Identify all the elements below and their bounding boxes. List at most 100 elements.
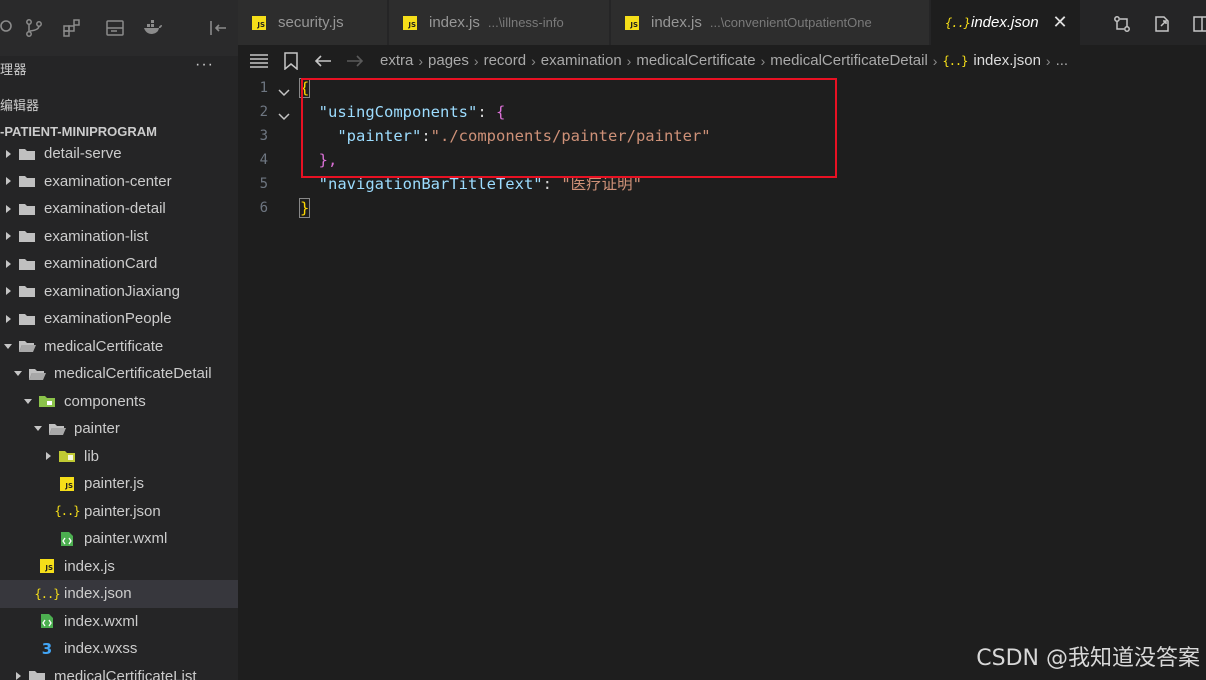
chevron-right-icon[interactable] — [12, 670, 24, 680]
chevron-right-icon[interactable] — [2, 230, 14, 242]
breadcrumb-separator-icon: › — [531, 52, 536, 69]
tree-item[interactable]: examination-list — [0, 223, 238, 251]
tree-item-label: examination-detail — [44, 200, 166, 218]
chevron-down-icon[interactable] — [22, 395, 34, 407]
folder-icon — [18, 228, 36, 244]
chevron-down-icon[interactable] — [12, 368, 24, 380]
breadcrumb-segment[interactable]: medicalCertificateDetail — [770, 52, 928, 69]
tree-item[interactable]: index.wxml — [0, 608, 238, 636]
tree-item-label: lib — [84, 447, 100, 465]
explorer-title-label: 理器 — [0, 61, 28, 77]
breadcrumb-segment[interactable]: pages — [428, 52, 469, 69]
line-number: 1 — [259, 80, 268, 96]
tree-item[interactable]: detail-serve — [0, 140, 238, 168]
json-file-icon: {..} — [945, 15, 971, 30]
tree-item[interactable]: examinationCard — [0, 250, 238, 278]
breadcrumb-segment[interactable]: examination — [541, 52, 622, 69]
tab-label: index.json — [971, 14, 1039, 31]
more-actions-icon[interactable]: ··· — [195, 56, 214, 74]
tree-item[interactable]: JS index.js — [0, 553, 238, 581]
tree-item-label: medicalCertificate — [44, 337, 164, 355]
search-icon[interactable] — [0, 18, 20, 38]
storage-icon[interactable] — [105, 18, 125, 38]
tree-item-label: painter — [74, 420, 120, 438]
tree-item[interactable]: components — [0, 388, 238, 416]
forward-arrow-icon[interactable] — [344, 51, 366, 71]
tab-label: security.js — [278, 14, 344, 31]
tab-description: ...\illness-info — [487, 15, 564, 30]
extensions-icon[interactable] — [62, 18, 82, 38]
tree-item-label: examinationCard — [44, 255, 158, 273]
line-number: 2 — [259, 104, 268, 120]
tree-item-label: index.json — [64, 585, 132, 603]
breadcrumb-separator-icon: › — [473, 52, 479, 69]
line-number: 5 — [259, 176, 268, 192]
close-icon[interactable]: ✕ — [1053, 12, 1068, 33]
docker-icon[interactable] — [143, 18, 163, 38]
breadcrumb-segment[interactable]: medicalCertificate — [636, 52, 755, 69]
back-arrow-icon[interactable] — [312, 51, 334, 71]
tab-description: ...\convenientOutpatientOne — [709, 15, 872, 30]
compare-changes-icon[interactable] — [1112, 14, 1132, 34]
fold-chevron-icon[interactable] — [278, 83, 290, 101]
tree-item-label: painter.json — [84, 502, 161, 520]
chevron-right-icon[interactable] — [2, 285, 14, 297]
fold-chevron-icon[interactable] — [278, 107, 290, 125]
tab-index-js-outpatient[interactable]: JS index.js ...\convenientOutpatientOne — [611, 0, 930, 45]
tree-item-label: examinationJiaxiang — [44, 282, 180, 300]
folder-icon — [18, 146, 36, 162]
collapse-panel-icon[interactable] — [208, 18, 228, 38]
tab-label: index.js — [429, 14, 480, 31]
open-preview-icon[interactable] — [1152, 14, 1172, 34]
tree-item[interactable]: {..} index.json — [0, 580, 238, 608]
breadcrumb-trailing[interactable]: ... — [1056, 52, 1069, 69]
tab-index-json[interactable]: {..} index.json ✕ — [931, 0, 1081, 45]
tree-item[interactable]: medicalCertificateList — [0, 663, 238, 680]
json-file-icon: {..} — [942, 53, 968, 68]
tree-item[interactable]: examination-detail — [0, 195, 238, 223]
tree-item-label: examination-list — [44, 227, 149, 245]
tree-item[interactable]: painter — [0, 415, 238, 443]
tree-item[interactable]: examinationJiaxiang — [0, 278, 238, 306]
tree-item-label: components — [64, 392, 146, 410]
source-control-icon[interactable] — [24, 18, 44, 38]
breadcrumb-separator-icon: › — [760, 52, 766, 69]
tree-item[interactable]: examination-center — [0, 168, 238, 196]
code-line: 6 } — [238, 196, 1206, 220]
breadcrumb-file[interactable]: index.json — [973, 52, 1041, 69]
breadcrumb-segment[interactable]: extra — [380, 52, 413, 69]
tab-index-js-illness[interactable]: JS index.js ...\illness-info — [389, 0, 610, 45]
chevron-right-icon[interactable] — [2, 148, 14, 160]
tree-item[interactable]: medicalCertificate — [0, 333, 238, 361]
tree-item-label: medicalCertificateList — [54, 667, 197, 680]
tree-item[interactable]: 3 index.wxss — [0, 635, 238, 663]
chevron-right-icon[interactable] — [2, 258, 14, 270]
bookmark-icon[interactable] — [280, 51, 302, 71]
tree-item[interactable]: medicalCertificateDetail — [0, 360, 238, 388]
folder-icon — [28, 366, 46, 382]
tab-security-js[interactable]: JS security.js — [238, 0, 388, 45]
tree-item[interactable]: examinationPeople — [0, 305, 238, 333]
chevron-right-icon[interactable] — [2, 313, 14, 325]
tree-item[interactable]: {..} painter.json — [0, 498, 238, 526]
tree-item[interactable]: JS painter.js — [0, 470, 238, 498]
js-file-icon: JS — [38, 558, 56, 574]
json-file-icon: {..} — [34, 586, 61, 601]
open-editors-section[interactable]: 编辑器 — [0, 92, 238, 116]
wxml-file-icon — [58, 531, 76, 547]
watermark: CSDN @我知道没答案 — [976, 646, 1200, 671]
chevron-right-icon[interactable] — [42, 450, 54, 462]
breadcrumb-separator-icon: › — [418, 52, 424, 69]
chevron-right-icon[interactable] — [2, 203, 14, 215]
chevron-right-icon[interactable] — [2, 175, 14, 187]
breadcrumb-segment[interactable]: record — [484, 52, 527, 69]
folder-icon — [18, 311, 36, 327]
js-file-icon: JS — [403, 15, 419, 30]
chevron-down-icon[interactable] — [2, 340, 14, 352]
tree-item[interactable]: lib — [0, 443, 238, 471]
list-icon[interactable] — [248, 51, 270, 71]
chevron-down-icon[interactable] — [32, 423, 44, 435]
tree-item[interactable]: painter.wxml — [0, 525, 238, 553]
split-editor-icon[interactable] — [1192, 14, 1206, 34]
